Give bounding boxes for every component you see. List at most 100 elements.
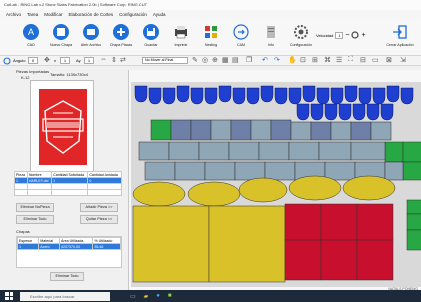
piece-green[interactable]	[150, 119, 172, 141]
piece-red[interactable]	[284, 203, 322, 241]
piece-green[interactable]	[402, 161, 421, 181]
piece-gray[interactable]	[250, 119, 272, 141]
piece-shield[interactable]	[302, 85, 316, 103]
piece-shield[interactable]	[190, 87, 204, 105]
table-row[interactable]: 1 Acero 4207370.00 35.46	[16, 243, 121, 250]
delete-all-button[interactable]: Eliminar Todo	[16, 215, 54, 224]
piece-shield[interactable]	[316, 87, 330, 105]
redo-icon[interactable]: ↷	[274, 56, 280, 64]
delete-nofields-button[interactable]: Eliminar NoPieza	[16, 203, 54, 212]
layers-icon[interactable]: ▤	[232, 56, 239, 64]
piece-shield[interactable]	[386, 85, 400, 103]
piece-gray[interactable]	[144, 161, 176, 181]
piece-green[interactable]	[406, 199, 421, 215]
edit-icon[interactable]: ✎	[192, 56, 198, 64]
piece-gray[interactable]	[324, 161, 356, 181]
align-icon[interactable]: ☰	[336, 56, 342, 64]
piece-slate[interactable]	[310, 121, 332, 141]
piece-ellipse[interactable]	[132, 181, 186, 207]
piece-gray[interactable]	[318, 141, 352, 161]
settings-button[interactable]: Configuración	[286, 23, 316, 55]
piece-slate[interactable]	[230, 119, 252, 141]
piece-shield[interactable]	[296, 103, 310, 121]
copy-icon[interactable]: ❐	[246, 56, 252, 64]
menu-elaboracion[interactable]: Elaboración de Cortes	[69, 10, 114, 19]
cad-button[interactable]: A CAD	[16, 23, 46, 55]
nesting-canvas[interactable]: NATALS PONEMG	[128, 70, 421, 292]
piece-ellipse[interactable]	[238, 177, 288, 203]
remove-piece-button[interactable]: Quitar Pieza <<	[80, 215, 118, 224]
open-file-button[interactable]: Abrir Archivo	[76, 23, 106, 55]
nesting-button[interactable]: Nesting	[196, 23, 226, 55]
piece-gray[interactable]	[258, 141, 290, 161]
pan-icon[interactable]: ✋	[288, 56, 297, 64]
new-slab-button[interactable]: Nuevo Chapa	[46, 23, 76, 55]
piece-shield[interactable]	[176, 85, 190, 103]
piece-shield[interactable]	[218, 85, 232, 103]
piece-shield[interactable]	[324, 103, 338, 121]
piece-gray[interactable]	[138, 141, 170, 161]
piece-yellow-rect[interactable]	[208, 205, 286, 283]
piece-slate[interactable]	[350, 121, 372, 141]
edge-icon[interactable]: ●	[156, 293, 160, 299]
target-icon[interactable]: ◎	[202, 56, 208, 64]
piece-gray[interactable]	[264, 161, 296, 181]
app-icon[interactable]: ■	[168, 293, 172, 299]
delete-all-slabs-button[interactable]: Eliminar Todo	[50, 272, 84, 281]
arrows-icon[interactable]: ⇔	[100, 56, 107, 63]
snap-icon[interactable]: ⊞	[312, 56, 318, 64]
minus-icon[interactable]: −	[345, 32, 349, 39]
piece-slate[interactable]	[190, 119, 212, 141]
piece-red[interactable]	[320, 239, 358, 281]
piece-slate[interactable]	[270, 119, 292, 141]
angle-input[interactable]: 0	[28, 57, 38, 64]
piece-ellipse[interactable]	[342, 175, 396, 201]
piece-shield[interactable]	[344, 85, 358, 103]
piece-gray[interactable]	[174, 161, 206, 181]
piece-shield[interactable]	[372, 87, 386, 105]
piece-gray[interactable]	[204, 161, 236, 181]
y-input[interactable]: 1	[84, 57, 94, 64]
piece-gray[interactable]	[228, 141, 260, 161]
piece-red[interactable]	[320, 203, 358, 241]
menu-configuracion[interactable]: Configuración	[119, 10, 147, 19]
piece-red[interactable]	[356, 203, 394, 241]
piece-green[interactable]	[406, 213, 421, 231]
lock-icon[interactable]: ⊠	[386, 56, 392, 64]
piece-gray[interactable]	[384, 161, 404, 181]
piece-shield[interactable]	[260, 85, 274, 103]
x-input[interactable]: 1	[60, 57, 70, 64]
piece-shield[interactable]	[232, 87, 246, 105]
grid-icon[interactable]: ▦	[222, 56, 229, 64]
gear-icon[interactable]	[351, 31, 360, 39]
piece-shield[interactable]	[134, 85, 148, 103]
piece-shield[interactable]	[246, 87, 260, 105]
move-icon[interactable]: ✥	[44, 56, 50, 64]
crop-icon[interactable]: ⊡	[300, 56, 306, 64]
export-icon[interactable]: ⇲	[400, 56, 406, 64]
taskbar-search[interactable]: Escribe aquí para buscar	[20, 291, 110, 301]
piece-ellipse[interactable]	[187, 181, 241, 207]
menu-archivo[interactable]: Archivo	[6, 10, 21, 19]
flip-icon[interactable]: ⇄	[120, 56, 126, 64]
piece-shield[interactable]	[274, 87, 288, 105]
arrows-vertical-icon[interactable]: ⇕	[111, 56, 117, 64]
fit-icon[interactable]: ⛶	[348, 56, 353, 64]
piece-red[interactable]	[356, 239, 394, 281]
piece-shield[interactable]	[204, 87, 218, 105]
add-piece-button[interactable]: Añadir Pieza >>	[80, 203, 118, 212]
undo-icon[interactable]: ↶	[262, 56, 268, 64]
piece-gray[interactable]	[198, 141, 230, 161]
piece-green[interactable]	[384, 141, 404, 163]
piece-shield[interactable]	[148, 87, 162, 105]
piece-shield[interactable]	[352, 103, 366, 121]
piece-green[interactable]	[402, 141, 421, 163]
info-button[interactable]: Info	[256, 23, 286, 55]
piece-gray[interactable]	[168, 141, 200, 161]
piece-ellipse[interactable]	[288, 175, 342, 201]
windows-start-icon[interactable]	[5, 292, 13, 300]
plus-icon[interactable]: +	[361, 32, 365, 39]
menu-ayuda[interactable]: Ayuda	[153, 10, 166, 19]
save-button[interactable]: Guardar	[136, 23, 166, 55]
menu-modificar[interactable]: Modificar	[44, 10, 62, 19]
